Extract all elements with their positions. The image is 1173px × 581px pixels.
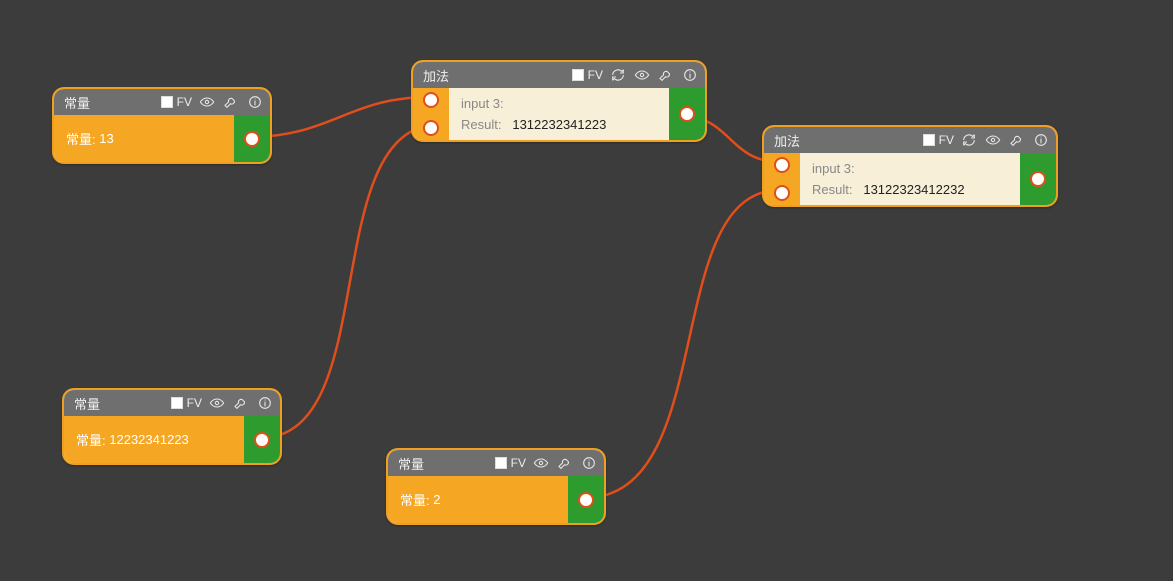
add-content: input 3: Result: 1312232341223 [449, 88, 669, 140]
fv-label: FV [588, 68, 603, 82]
wrench-icon[interactable] [657, 66, 675, 84]
refresh-icon[interactable] [609, 66, 627, 84]
input3-label: input 3: [812, 161, 855, 176]
node-add-1[interactable]: 加法 FV input 3: Result: [411, 60, 707, 142]
fv-checkbox[interactable]: FV [171, 396, 202, 410]
const-value-area: 常量: 2 [388, 476, 568, 523]
output-strip [669, 88, 705, 140]
node-add-2[interactable]: 加法 FV input 3: Result: [762, 125, 1058, 207]
node-title: 加法 [423, 66, 449, 85]
node-const-3[interactable]: 常量 FV 常量: 2 [386, 448, 606, 525]
eye-icon[interactable] [532, 454, 550, 472]
const-value: 13 [99, 131, 113, 146]
eye-icon[interactable] [208, 394, 226, 412]
info-icon[interactable] [580, 454, 598, 472]
node-titlebar[interactable]: 常量 FV [64, 390, 280, 416]
eye-icon[interactable] [198, 93, 216, 111]
node-const-2[interactable]: 常量 FV 常量: 12232341223 [62, 388, 282, 465]
result-value: 13122323412232 [863, 182, 964, 197]
const-value-area: 常量: 12232341223 [64, 416, 244, 463]
input-strip [413, 88, 449, 140]
input-port-2[interactable] [774, 185, 790, 201]
node-titlebar[interactable]: 常量 FV [388, 450, 604, 476]
node-title: 加法 [774, 131, 800, 150]
node-title: 常量 [64, 93, 90, 112]
info-icon[interactable] [246, 93, 264, 111]
fv-checkbox[interactable]: FV [495, 456, 526, 470]
node-titlebar[interactable]: 常量 FV [54, 89, 270, 115]
node-titlebar[interactable]: 加法 FV [413, 62, 705, 88]
wrench-icon[interactable] [556, 454, 574, 472]
const-label: 常量: [66, 129, 96, 148]
info-icon[interactable] [1032, 131, 1050, 149]
fv-checkbox[interactable]: FV [923, 133, 954, 147]
node-title: 常量 [398, 454, 424, 473]
const-value-area: 常量: 13 [54, 115, 234, 162]
info-icon[interactable] [256, 394, 274, 412]
output-strip [244, 416, 280, 463]
const-label: 常量: [76, 430, 106, 449]
const-value: 12232341223 [109, 432, 189, 447]
fv-label: FV [177, 95, 192, 109]
input-port-1[interactable] [774, 157, 790, 173]
fv-checkbox[interactable]: FV [161, 95, 192, 109]
result-value: 1312232341223 [512, 117, 606, 132]
node-const-1[interactable]: 常量 FV 常量: 13 [52, 87, 272, 164]
refresh-icon[interactable] [960, 131, 978, 149]
fv-label: FV [511, 456, 526, 470]
result-label: Result: [812, 182, 852, 197]
info-icon[interactable] [681, 66, 699, 84]
const-value: 2 [433, 492, 440, 507]
output-port[interactable] [254, 432, 270, 448]
output-strip [234, 115, 270, 162]
input-port-2[interactable] [423, 120, 439, 136]
input-strip [764, 153, 800, 205]
output-port[interactable] [244, 131, 260, 147]
wrench-icon[interactable] [232, 394, 250, 412]
eye-icon[interactable] [984, 131, 1002, 149]
output-port[interactable] [578, 492, 594, 508]
node-title: 常量 [74, 394, 100, 413]
input-port-1[interactable] [423, 92, 439, 108]
add-content: input 3: Result: 13122323412232 [800, 153, 1020, 205]
output-port[interactable] [1030, 171, 1046, 187]
fv-label: FV [939, 133, 954, 147]
const-label: 常量: [400, 490, 430, 509]
wrench-icon[interactable] [1008, 131, 1026, 149]
fv-label: FV [187, 396, 202, 410]
fv-checkbox[interactable]: FV [572, 68, 603, 82]
eye-icon[interactable] [633, 66, 651, 84]
wrench-icon[interactable] [222, 93, 240, 111]
input3-label: input 3: [461, 96, 504, 111]
output-strip [568, 476, 604, 523]
output-port[interactable] [679, 106, 695, 122]
node-titlebar[interactable]: 加法 FV [764, 127, 1056, 153]
result-label: Result: [461, 117, 501, 132]
output-strip [1020, 153, 1056, 205]
